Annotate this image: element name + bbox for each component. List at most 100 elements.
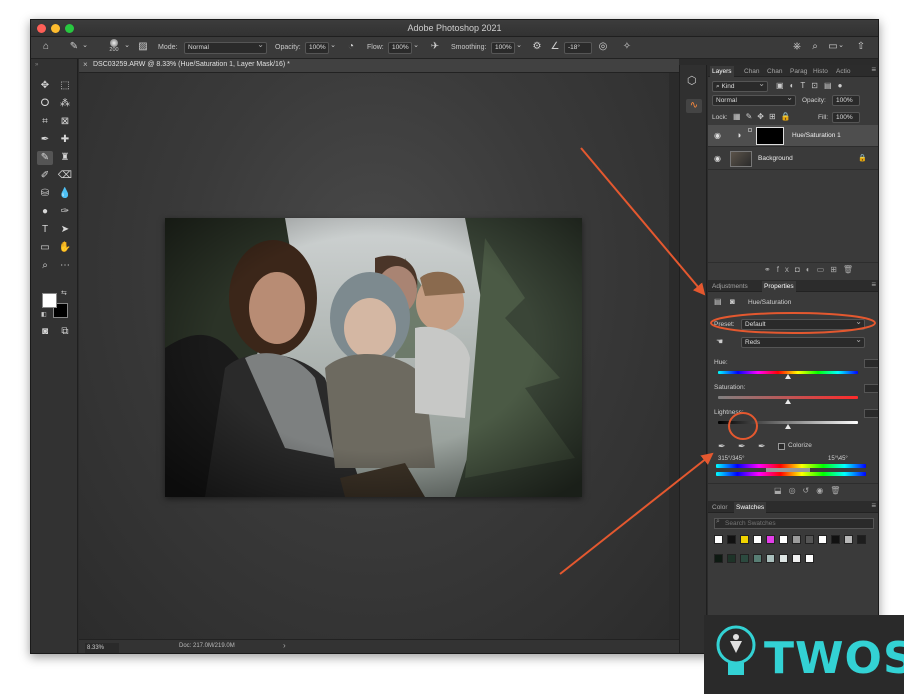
layer-row-background[interactable]: ◉ Background 🔒 bbox=[708, 148, 878, 170]
type-tool-icon[interactable]: T bbox=[37, 223, 53, 237]
color-swatch[interactable] bbox=[766, 535, 775, 544]
zoom-tool-icon[interactable]: ⌕ bbox=[37, 259, 53, 273]
pressure-opacity-icon[interactable]: ◔ bbox=[345, 41, 357, 53]
channel-select[interactable]: Reds bbox=[741, 335, 865, 348]
zoom-level-field[interactable]: 8.33% bbox=[85, 643, 119, 653]
color-swatch[interactable] bbox=[792, 535, 801, 544]
lightness-value-input[interactable]: 0 bbox=[864, 409, 878, 418]
new-layer-icon[interactable]: ⊞ bbox=[830, 265, 843, 274]
lock-all-icon[interactable]: 🔒 bbox=[781, 112, 796, 121]
chevron-down-icon[interactable]: ⌄ bbox=[837, 40, 845, 52]
color-swatch[interactable] bbox=[857, 535, 866, 544]
blend-mode-select[interactable]: Normal bbox=[712, 93, 796, 106]
3d-cube-icon[interactable]: ⬡ bbox=[687, 74, 697, 87]
layer-mask-thumbnail[interactable] bbox=[756, 127, 784, 145]
new-group-icon[interactable]: ▭ bbox=[817, 265, 831, 274]
color-swatch[interactable] bbox=[727, 554, 736, 563]
lock-position-icon[interactable]: ✥ bbox=[757, 112, 769, 121]
lightness-slider-thumb[interactable] bbox=[785, 424, 791, 429]
foreground-color-swatch[interactable] bbox=[42, 293, 57, 308]
lock-artboard-icon[interactable]: ⊞ bbox=[769, 112, 781, 121]
filter-type-icon[interactable]: T bbox=[800, 81, 811, 90]
link-layers-icon[interactable]: ⚭ bbox=[764, 265, 777, 274]
dodge-tool-icon[interactable]: ● bbox=[37, 205, 53, 219]
filter-pixel-icon[interactable]: ▣ bbox=[776, 81, 790, 90]
color-swatch[interactable] bbox=[753, 554, 762, 563]
crop-tool-icon[interactable]: ⌗ bbox=[37, 115, 53, 129]
tab-channels[interactable]: Chan bbox=[742, 66, 762, 77]
lock-transparency-icon[interactable]: ▦ bbox=[733, 112, 746, 121]
hue-value-input[interactable]: 0 bbox=[864, 359, 878, 368]
pressure-size-icon[interactable]: ◎ bbox=[597, 41, 609, 53]
screen-mode-icon[interactable]: ⧉ bbox=[57, 325, 73, 339]
add-mask-icon[interactable]: ◘ bbox=[795, 265, 806, 274]
tab-adjustments[interactable]: Adjustments bbox=[710, 281, 750, 292]
layer-style-icon[interactable]: fx bbox=[777, 265, 795, 274]
panel-menu-icon[interactable]: ≡ bbox=[871, 501, 876, 510]
preset-select[interactable]: Default bbox=[741, 317, 865, 330]
tab-actions[interactable]: Actio bbox=[834, 66, 852, 77]
airbrush-icon[interactable]: ✈ bbox=[429, 41, 441, 53]
color-swatch[interactable] bbox=[740, 554, 749, 563]
tab-channels-2[interactable]: Chan bbox=[765, 66, 785, 77]
mode-select[interactable]: Normal bbox=[184, 40, 267, 54]
frame-tool-icon[interactable]: ⊠ bbox=[57, 115, 73, 129]
more-tools-icon[interactable]: ⋯ bbox=[57, 259, 73, 273]
status-menu-arrow-icon[interactable]: › bbox=[283, 641, 286, 650]
saturation-slider-thumb[interactable] bbox=[785, 399, 791, 404]
color-swatch[interactable] bbox=[805, 554, 814, 563]
chevron-down-icon[interactable]: ⌄ bbox=[515, 40, 523, 52]
toggle-visibility-icon[interactable]: ◉ bbox=[816, 486, 830, 495]
symmetry-butterfly-icon[interactable]: ✧ bbox=[621, 41, 633, 53]
healing-brush-tool-icon[interactable]: ✚ bbox=[57, 133, 73, 147]
filter-adjustment-icon[interactable]: ◐ bbox=[790, 81, 801, 90]
color-swatch[interactable] bbox=[766, 554, 775, 563]
filter-smart-object-icon[interactable]: ▤ bbox=[824, 81, 838, 90]
default-colors-icon[interactable]: ◧ bbox=[41, 311, 47, 318]
close-document-icon[interactable]: × bbox=[83, 60, 88, 69]
mask-icon[interactable]: ◙ bbox=[730, 297, 735, 306]
color-swatch[interactable] bbox=[805, 535, 814, 544]
blur-tool-icon[interactable]: 💧 bbox=[57, 187, 73, 201]
quick-mask-icon[interactable]: ◙ bbox=[37, 325, 53, 339]
eyedropper-icon[interactable]: ✒ bbox=[718, 441, 726, 452]
brush-settings-panel-icon[interactable]: ∿ bbox=[686, 99, 702, 113]
eyedropper-tool-icon[interactable]: ✒ bbox=[37, 133, 53, 147]
filter-shape-icon[interactable]: ⊡ bbox=[811, 81, 824, 90]
tab-swatches[interactable]: Swatches bbox=[734, 502, 767, 513]
eyedropper-minus-icon[interactable]: ✒ bbox=[758, 441, 766, 452]
layer-row-hue-saturation[interactable]: ◉ ◑ Hue/Saturation 1 bbox=[708, 125, 878, 147]
smoothing-input[interactable]: 100% bbox=[491, 42, 515, 54]
move-tool-icon[interactable]: ✥ bbox=[37, 79, 53, 93]
search-icon[interactable]: ⌕ bbox=[809, 41, 821, 53]
color-swatch[interactable] bbox=[714, 535, 723, 544]
eye-visibility-icon[interactable]: ◉ bbox=[714, 131, 721, 140]
layer-filter-kind-select[interactable]: ⌕ Kind bbox=[712, 79, 768, 92]
clone-stamp-tool-icon[interactable]: ♜ bbox=[57, 151, 73, 165]
history-brush-tool-icon[interactable]: ✐ bbox=[37, 169, 53, 183]
chevron-down-icon[interactable]: ⌄ bbox=[329, 40, 337, 52]
angle-icon[interactable]: ∠ bbox=[549, 41, 561, 53]
tab-properties[interactable]: Properties bbox=[762, 281, 796, 292]
link-icon[interactable] bbox=[748, 128, 752, 132]
pen-tool-icon[interactable]: ✑ bbox=[57, 205, 73, 219]
brush-angle-input[interactable]: -18° bbox=[564, 42, 592, 54]
chevron-down-icon[interactable]: ⌄ bbox=[81, 40, 89, 52]
smoothing-settings-gear-icon[interactable]: ⚙ bbox=[531, 41, 543, 53]
brush-size-picker[interactable]: 200 bbox=[107, 38, 121, 58]
paint-bucket-tool-icon[interactable]: ⛁ bbox=[37, 187, 53, 201]
panel-menu-icon[interactable]: ≡ bbox=[871, 65, 876, 74]
lasso-tool-icon[interactable]: ⵔ bbox=[37, 97, 53, 111]
swap-colors-icon[interactable]: ⇆ bbox=[61, 289, 67, 297]
share-icon[interactable]: ⎈ bbox=[791, 41, 803, 53]
magic-wand-tool-icon[interactable]: ⁂ bbox=[57, 97, 73, 111]
tab-layers[interactable]: Layers bbox=[710, 66, 734, 77]
layer-opacity-input[interactable]: 100% bbox=[832, 95, 860, 106]
eyedropper-plus-icon[interactable]: ✒ bbox=[738, 441, 746, 452]
fill-input[interactable]: 100% bbox=[832, 112, 860, 123]
filter-toggle-icon[interactable]: ● bbox=[838, 81, 849, 90]
rectangle-tool-icon[interactable]: ▭ bbox=[37, 241, 53, 255]
color-swatch[interactable] bbox=[779, 554, 788, 563]
new-adjustment-icon[interactable]: ◐ bbox=[806, 265, 817, 274]
saturation-value-input[interactable]: 0 bbox=[864, 384, 878, 393]
